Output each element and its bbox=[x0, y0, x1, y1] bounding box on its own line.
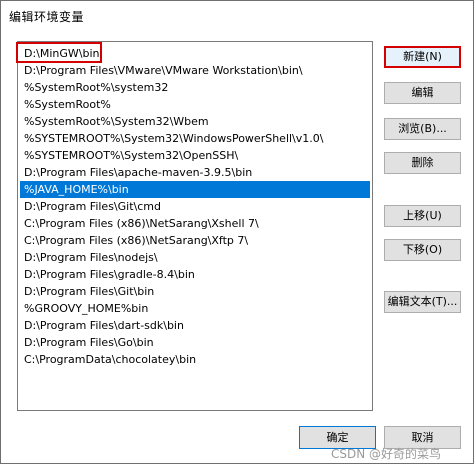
new-button[interactable]: 新建(N) bbox=[384, 46, 461, 68]
path-list-item[interactable]: D:\Program Files\dart-sdk\bin bbox=[20, 317, 370, 334]
path-list-item[interactable]: D:\Program Files\Go\bin bbox=[20, 334, 370, 351]
path-list-item[interactable]: D:\MinGW\bin bbox=[20, 45, 370, 62]
move-up-button[interactable]: 上移(U) bbox=[384, 205, 461, 227]
edit-env-var-dialog: 编辑环境变量 D:\MinGW\bin D:\Program Files\VMwa… bbox=[0, 0, 474, 464]
path-list-item[interactable]: D:\Program Files\gradle-8.4\bin bbox=[20, 266, 370, 283]
path-list-item[interactable]: %SYSTEMROOT%\System32\OpenSSH\ bbox=[20, 147, 370, 164]
path-list-item[interactable]: %SystemRoot% bbox=[20, 96, 370, 113]
path-list-item[interactable]: D:\Program Files\Git\cmd bbox=[20, 198, 370, 215]
path-list-item[interactable]: D:\Program Files\nodejs\ bbox=[20, 249, 370, 266]
path-list-item[interactable]: D:\Program Files\VMware\VMware Workstati… bbox=[20, 62, 370, 79]
path-list-item[interactable]: %SystemRoot%\system32 bbox=[20, 79, 370, 96]
browse-button[interactable]: 浏览(B)... bbox=[384, 118, 461, 140]
edit-button[interactable]: 编辑 bbox=[384, 82, 461, 104]
path-list[interactable]: D:\MinGW\bin D:\Program Files\VMware\VMwa… bbox=[17, 41, 373, 411]
dialog-title: 编辑环境变量 bbox=[9, 10, 85, 24]
path-list-item[interactable]: C:\Program Files (x86)\NetSarang\Xshell … bbox=[20, 215, 370, 232]
delete-button[interactable]: 删除 bbox=[384, 152, 461, 174]
path-list-item[interactable]: C:\ProgramData\chocolatey\bin bbox=[20, 351, 370, 368]
path-list-item[interactable]: %JAVA_HOME%\bin bbox=[20, 181, 370, 198]
path-list-item[interactable]: D:\Program Files\Git\bin bbox=[20, 283, 370, 300]
edit-text-button[interactable]: 编辑文本(T)... bbox=[384, 291, 461, 313]
path-list-item[interactable]: %SYSTEMROOT%\System32\WindowsPowerShell\… bbox=[20, 130, 370, 147]
path-list-item[interactable]: %GROOVY_HOME%bin bbox=[20, 300, 370, 317]
path-list-item[interactable]: C:\Program Files (x86)\NetSarang\Xftp 7\ bbox=[20, 232, 370, 249]
path-list-item[interactable]: D:\Program Files\apache-maven-3.9.5\bin bbox=[20, 164, 370, 181]
move-down-button[interactable]: 下移(O) bbox=[384, 239, 461, 261]
watermark: CSDN @好奇的菜鸟 bbox=[331, 447, 442, 461]
path-list-item[interactable]: %SystemRoot%\System32\Wbem bbox=[20, 113, 370, 130]
